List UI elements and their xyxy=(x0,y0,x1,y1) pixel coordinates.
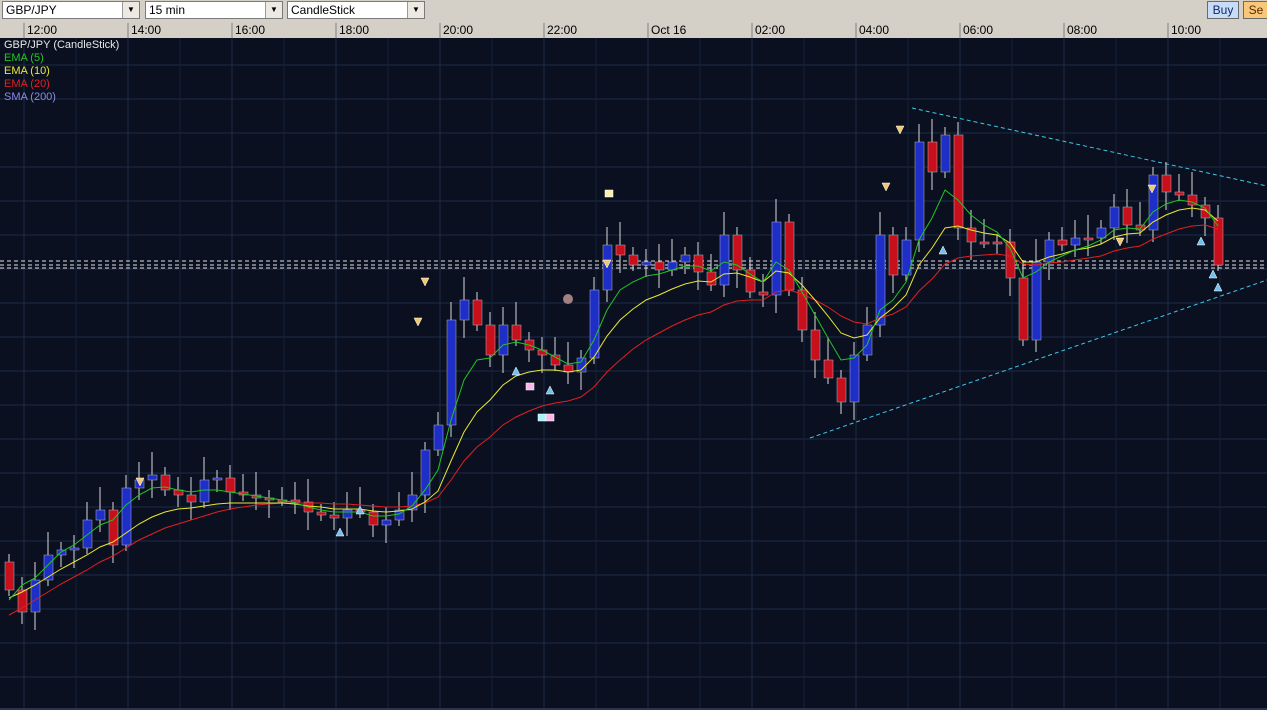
candle-body xyxy=(680,254,691,263)
candle-body xyxy=(1122,206,1133,226)
time-tick-label: 22:00 xyxy=(547,23,577,37)
time-tick-label: 14:00 xyxy=(131,23,161,37)
candle-body xyxy=(121,487,132,546)
interval-select-value: 15 min xyxy=(149,3,186,17)
candle-body xyxy=(810,329,821,361)
legend-ema5: EMA (5) xyxy=(4,52,44,64)
candle-body xyxy=(914,141,925,241)
time-tick-label: 02:00 xyxy=(755,23,785,37)
candle-body xyxy=(589,289,600,359)
candle-body xyxy=(316,511,327,516)
candle-body xyxy=(771,221,782,296)
candle-body xyxy=(1070,237,1081,246)
time-tick-label: 16:00 xyxy=(235,23,265,37)
candle-body xyxy=(186,494,197,503)
trade-marker xyxy=(604,189,614,198)
candle-body xyxy=(953,134,964,229)
candle-body xyxy=(719,234,730,286)
chart-type-select[interactable]: CandleStick ▼ xyxy=(287,1,425,19)
candle-body xyxy=(784,221,795,291)
candle-body xyxy=(1005,241,1016,279)
time-tick-label: Oct 16 xyxy=(651,23,687,37)
candle-body xyxy=(1213,217,1224,266)
trade-marker xyxy=(537,413,547,422)
time-tick-label: 12:00 xyxy=(27,23,57,37)
chart-toolbar: GBP/JPY ▼ 15 min ▼ CandleStick ▼ Buy Se xyxy=(0,0,1267,22)
candle-body xyxy=(888,234,899,276)
candle-body xyxy=(212,477,223,481)
candle-body xyxy=(849,354,860,403)
candle-body xyxy=(511,324,522,341)
candle-body xyxy=(641,261,652,266)
candle-body xyxy=(1018,277,1029,341)
candle-body xyxy=(615,244,626,256)
candle-body xyxy=(654,261,665,271)
candle-body xyxy=(459,299,470,321)
chevron-down-icon[interactable]: ▼ xyxy=(122,2,139,18)
time-tick-label: 10:00 xyxy=(1171,23,1201,37)
candle-body xyxy=(693,254,704,273)
time-tick-label: 20:00 xyxy=(443,23,473,37)
candlestick-chart[interactable]: 12:00 14:00 16:00 18:00 20:00 22:00 Oct 16 02:0… xyxy=(0,21,1267,710)
candle-body xyxy=(472,299,483,326)
time-tick-label: 06:00 xyxy=(963,23,993,37)
chevron-down-icon[interactable]: ▼ xyxy=(407,2,424,18)
legend-ema20: EMA (20) xyxy=(4,78,50,90)
trade-marker xyxy=(525,382,535,391)
time-tick-label: 04:00 xyxy=(859,23,889,37)
candle-body xyxy=(225,477,236,493)
trade-marker xyxy=(545,413,555,422)
candle-body xyxy=(381,519,392,526)
candle-body xyxy=(1174,191,1185,196)
candle-body xyxy=(485,324,496,356)
candle-body xyxy=(69,547,80,551)
candle-body xyxy=(875,234,886,326)
buy-button[interactable]: Buy xyxy=(1207,1,1239,19)
candle-body xyxy=(940,134,951,173)
candle-body xyxy=(823,359,834,379)
candle-body xyxy=(979,241,990,245)
candle-body xyxy=(1109,206,1120,229)
symbol-select[interactable]: GBP/JPY ▼ xyxy=(2,1,140,19)
interval-select[interactable]: 15 min ▼ xyxy=(145,1,283,19)
chart-title: GBP/JPY (CandleStick) xyxy=(4,39,120,51)
time-tick-label: 08:00 xyxy=(1067,23,1097,37)
candle-body xyxy=(368,511,379,526)
candle-body xyxy=(290,499,301,503)
candle-body xyxy=(1083,237,1094,241)
sell-button[interactable]: Se xyxy=(1243,1,1267,19)
candle-body xyxy=(4,561,15,591)
candle-body xyxy=(342,509,353,519)
candle-body xyxy=(433,424,444,451)
candle-body xyxy=(199,479,210,503)
candle-body xyxy=(1057,239,1068,246)
chevron-down-icon[interactable]: ▼ xyxy=(265,2,282,18)
candle-body xyxy=(420,449,431,496)
time-tick-label: 18:00 xyxy=(339,23,369,37)
candle-body xyxy=(329,514,340,519)
chart-legend: GBP/JPY (CandleStick) EMA (5) EMA (10) E… xyxy=(4,39,119,104)
candle-body xyxy=(628,254,639,266)
symbol-select-value: GBP/JPY xyxy=(6,3,57,17)
candle-body xyxy=(550,354,561,366)
candle-body xyxy=(992,241,1003,245)
candle-body xyxy=(758,291,769,296)
legend-sma200: SMA (200) xyxy=(4,91,56,103)
candle-body xyxy=(1044,239,1055,263)
candle-body xyxy=(927,141,938,173)
candle-body xyxy=(1096,227,1107,239)
candle-body xyxy=(498,324,509,356)
candle-body xyxy=(95,509,106,521)
legend-ema10: EMA (10) xyxy=(4,65,50,77)
chart-type-select-value: CandleStick xyxy=(291,3,356,17)
chart-background xyxy=(0,21,1267,710)
candle-body xyxy=(836,377,847,403)
pivot-marker xyxy=(563,294,573,304)
candle-body xyxy=(706,271,717,286)
candle-body xyxy=(147,474,158,481)
candle-body xyxy=(745,269,756,293)
candle-body xyxy=(1161,174,1172,193)
